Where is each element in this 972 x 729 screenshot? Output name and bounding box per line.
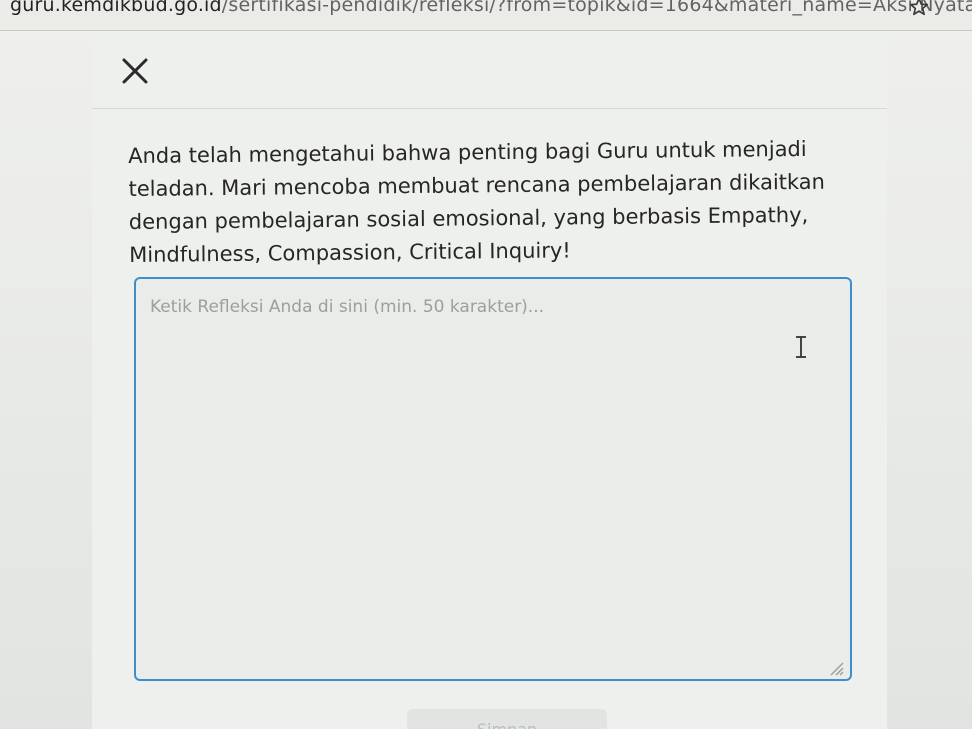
address-bar[interactable]: guru.kemdikbud.go.id/sertifikasi-pendidi… (0, 0, 972, 31)
text-cursor-icon (796, 336, 806, 358)
url-text[interactable]: guru.kemdikbud.go.id/sertifikasi-pendidi… (10, 0, 972, 16)
modal-header (92, 36, 887, 109)
save-button[interactable]: Simpan (407, 709, 607, 729)
star-outline-icon[interactable] (908, 0, 930, 18)
resize-grip-icon[interactable] (827, 659, 845, 677)
reflection-modal: Anda telah mengetahui bahwa penting bagi… (92, 36, 887, 729)
url-domain: guru.kemdikbud.go.id (10, 0, 222, 16)
close-icon[interactable] (118, 54, 152, 88)
reflection-textarea[interactable] (134, 277, 852, 681)
reflection-prompt: Anda telah mengetahui bahwa penting bagi… (128, 136, 826, 267)
url-path: /sertifikasi-pendidik/refleksi/?from=top… (221, 0, 972, 16)
browser-viewport: guru.kemdikbud.go.id/sertifikasi-pendidi… (0, 0, 972, 729)
